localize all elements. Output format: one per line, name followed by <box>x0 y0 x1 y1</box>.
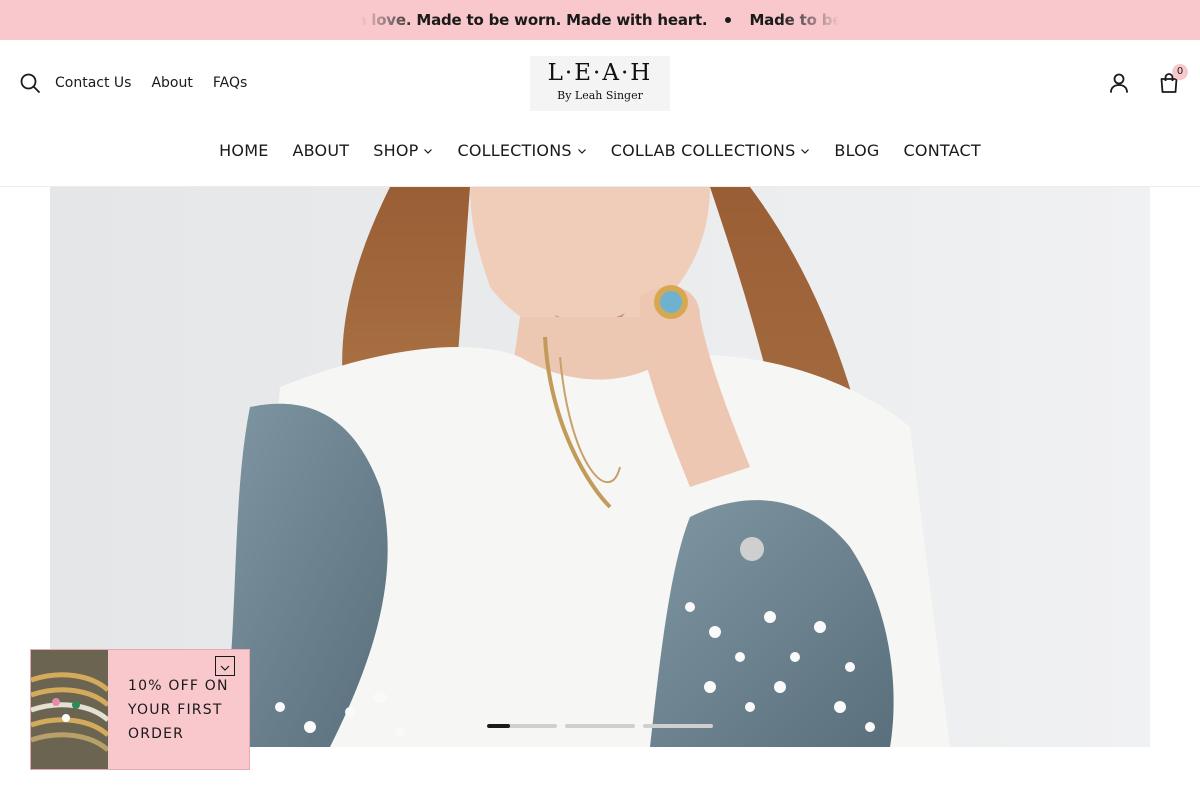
chevron-down-icon <box>424 148 433 154</box>
nav-label: ABOUT <box>292 141 350 160</box>
close-popup-button[interactable] <box>215 656 235 676</box>
search-icon[interactable] <box>20 73 40 93</box>
cart-count-badge: 0 <box>1172 64 1188 80</box>
discount-popup[interactable]: 10% OFF ON YOUR FIRST ORDER <box>30 649 250 770</box>
announcement-bar: Made with love. Made to be worn. Made wi… <box>0 0 1200 40</box>
header-actions: 0 <box>1080 64 1188 94</box>
promo-line: ORDER <box>128 726 185 742</box>
announcement-marquee: Made with love. Made to be worn. Made wi… <box>360 0 840 40</box>
slideshow-pagination <box>487 724 721 728</box>
about-link[interactable]: About <box>151 75 192 91</box>
logo-tagline: By Leah Singer <box>557 89 643 102</box>
nav-shop[interactable]: SHOP <box>373 141 433 160</box>
chevron-down-icon <box>577 148 586 154</box>
utility-nav: Contact Us About FAQs <box>20 73 267 93</box>
promo-line: 10% OFF ON <box>128 678 229 694</box>
nav-label: BLOG <box>834 141 880 160</box>
promo-bracelets-image <box>31 650 108 769</box>
nav-label: SHOP <box>373 141 419 160</box>
nav-home[interactable]: HOME <box>219 141 268 160</box>
account-icon[interactable] <box>1108 72 1130 94</box>
nav-about[interactable]: ABOUT <box>293 141 350 160</box>
announcement-fade-left <box>360 0 420 40</box>
faqs-link[interactable]: FAQs <box>213 75 247 91</box>
slide-indicator[interactable] <box>487 724 557 728</box>
slide-indicator[interactable] <box>643 724 713 728</box>
slide-indicator[interactable] <box>565 724 635 728</box>
nav-label: COLLAB COLLECTIONS <box>610 141 796 160</box>
nav-collections[interactable]: COLLECTIONS <box>457 141 586 160</box>
logo-wordmark: L·E·A·H <box>547 60 653 86</box>
nav-collab-collections[interactable]: COLLAB COLLECTIONS <box>611 141 811 160</box>
chevron-down-icon <box>801 148 810 154</box>
main-navigation: HOME ABOUT SHOP COLLECTIONS COLLAB COLLE… <box>0 141 1200 160</box>
nav-label: HOME <box>219 141 269 160</box>
announcement-separator-icon <box>725 17 732 23</box>
nav-blog[interactable]: BLOG <box>834 141 879 160</box>
site-logo[interactable]: L·E·A·H By Leah Singer <box>530 56 670 111</box>
contact-us-link[interactable]: Contact Us <box>55 75 131 91</box>
slide-progress-fill <box>487 724 511 728</box>
nav-label: CONTACT <box>903 141 981 160</box>
nav-label: COLLECTIONS <box>457 141 572 160</box>
nav-contact[interactable]: CONTACT <box>904 141 981 160</box>
site-header: Contact Us About FAQs L·E·A·H By Leah Si… <box>0 40 1200 187</box>
cart-icon[interactable]: 0 <box>1158 64 1188 94</box>
promo-line: YOUR FIRST <box>128 702 223 718</box>
close-icon <box>220 665 230 671</box>
announcement-fade-right <box>780 0 840 40</box>
